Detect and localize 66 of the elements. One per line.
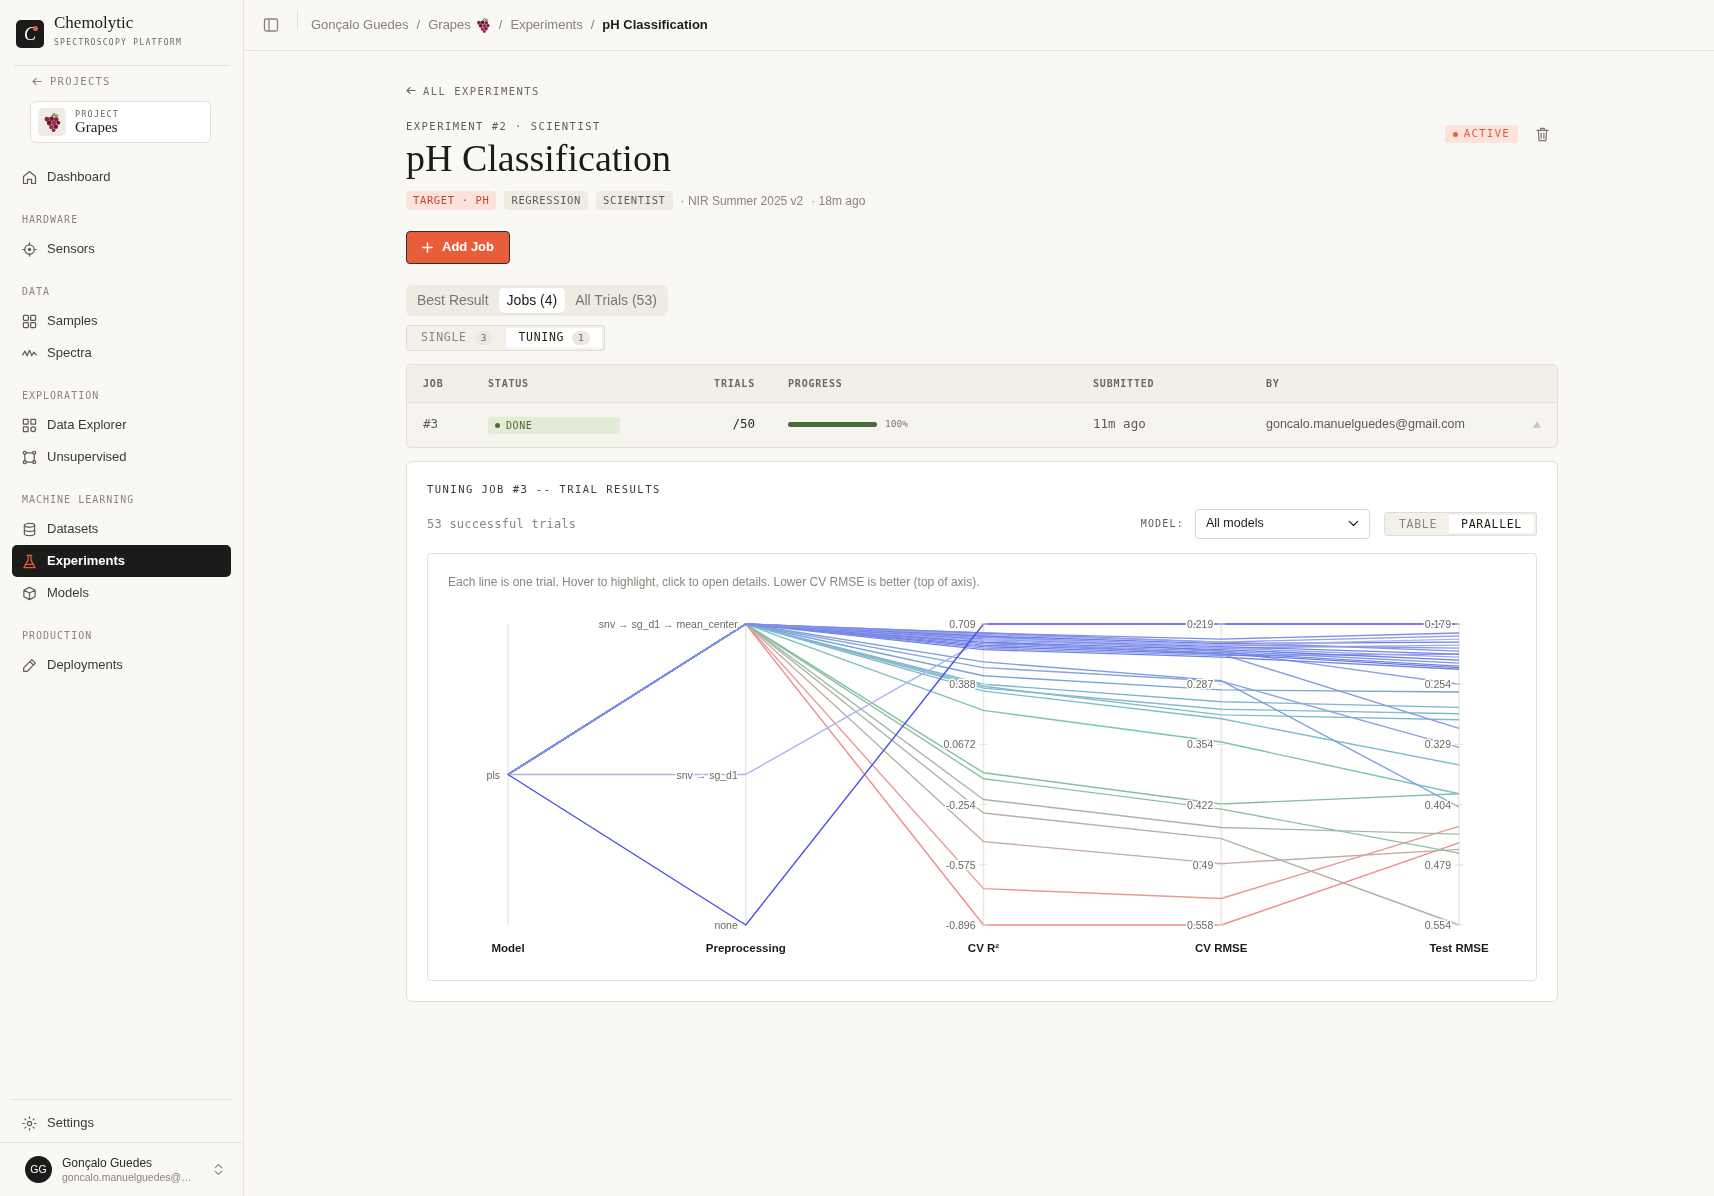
table-cell: #3 bbox=[423, 416, 439, 432]
category-label: snv → sg_d1 → mean_center bbox=[598, 617, 738, 630]
axis-tick-label: 0.0672 bbox=[943, 737, 976, 750]
tag: TARGET · PH bbox=[406, 191, 497, 210]
table-cell: /50 bbox=[732, 416, 755, 432]
column-header: SUBMITTED bbox=[1093, 377, 1155, 389]
axis-tick-label: 0.554 bbox=[1424, 918, 1451, 931]
meta-text: · NIR Summer 2025 v2 bbox=[680, 192, 804, 210]
axis-tick-label: 0.287 bbox=[1186, 677, 1214, 690]
column-header: PROGRESS bbox=[788, 376, 843, 391]
progress-label: 100% bbox=[885, 417, 908, 432]
project-label: PROJECT bbox=[75, 108, 120, 119]
axis-tick-label: -0.575 bbox=[945, 858, 976, 871]
axis-title: Model bbox=[491, 941, 525, 954]
chart-hint: Each line is one trial. Hover to highlight, click to open details. Lower CV RMSE is better (top of axis). bbox=[448, 573, 981, 590]
experiment-eyebrow: EXPERIMENT #2 · SCIENTIST bbox=[406, 118, 602, 133]
axis-tick-label: 0.709 bbox=[949, 617, 976, 630]
nav-section-title: PRODUCTION bbox=[21, 629, 94, 643]
category-label: snv → sg_d1 bbox=[676, 768, 738, 780]
tag: REGRESSION bbox=[504, 191, 588, 210]
axis-tick-label: -0.254 bbox=[945, 798, 976, 811]
axis-tick-label: 0.354 bbox=[1186, 737, 1214, 750]
axis-title: Test RMSE bbox=[1429, 941, 1489, 954]
table-cell: 11m ago bbox=[1093, 416, 1146, 432]
axis-tick-label: 0.404 bbox=[1424, 798, 1451, 811]
status-text: ACTIVE bbox=[1463, 125, 1510, 142]
nav-section-title: DATA bbox=[21, 285, 52, 299]
column-header: JOB bbox=[423, 377, 444, 389]
axis-tick-label: 0.254 bbox=[1424, 677, 1451, 690]
breadcrumb-separator: / bbox=[590, 16, 595, 35]
user-name: Gonçalo Guedes bbox=[62, 1155, 154, 1171]
column-header: TRIALS bbox=[714, 377, 755, 389]
axis-title: Preprocessing bbox=[705, 941, 786, 954]
brand-name: Chemolytic bbox=[54, 13, 135, 33]
status-text: DONE bbox=[506, 419, 533, 433]
tag: SCIENTIST bbox=[596, 191, 673, 210]
column-header: STATUS bbox=[488, 377, 529, 389]
axis-tick-label: 0.388 bbox=[949, 677, 976, 690]
column-header: BY bbox=[1266, 377, 1280, 389]
brand-tagline: SPECTROSCOPY PLATFORM bbox=[54, 38, 183, 48]
category-label: none bbox=[714, 918, 738, 931]
experiment-title: pH Classification bbox=[406, 135, 671, 180]
count-badge: 1 bbox=[572, 330, 590, 345]
axis-title: CV RMSE bbox=[1195, 941, 1248, 954]
axis-tick-label: -0.896 bbox=[945, 918, 976, 931]
summary-text: 53 successful trials bbox=[427, 515, 577, 533]
axis-tick-label: 0.49 bbox=[1192, 858, 1214, 871]
axis-tick-label: 0.558 bbox=[1186, 918, 1214, 931]
breadcrumb-separator: / bbox=[498, 16, 503, 35]
category-label: pls bbox=[486, 768, 500, 780]
nav-section-title: EXPLORATION bbox=[21, 389, 101, 403]
section-title: TUNING JOB #3 -- TRIAL RESULTS bbox=[427, 481, 662, 496]
user-email: goncalo.manuelguedes@… bbox=[62, 1170, 192, 1184]
breadcrumb-separator: / bbox=[416, 16, 421, 35]
axis-tick-label: 0.479 bbox=[1424, 858, 1451, 871]
axis-title: CV R² bbox=[967, 941, 1000, 954]
nav-section-title: MACHINE LEARNING bbox=[21, 493, 136, 507]
user-avatar: GG bbox=[25, 1156, 52, 1183]
project-name: Grapes bbox=[75, 118, 119, 136]
axis-tick-label: 0.329 bbox=[1424, 737, 1451, 750]
filter-label: MODEL: bbox=[1140, 517, 1184, 531]
table-cell: goncalo.manuelguedes@gmail.com bbox=[1266, 417, 1465, 432]
nav-section-title: HARDWARE bbox=[21, 213, 80, 227]
breadcrumb-current: pH Classification bbox=[602, 16, 708, 35]
count-badge: 3 bbox=[474, 330, 493, 345]
meta-text: · 18m ago bbox=[811, 192, 866, 210]
